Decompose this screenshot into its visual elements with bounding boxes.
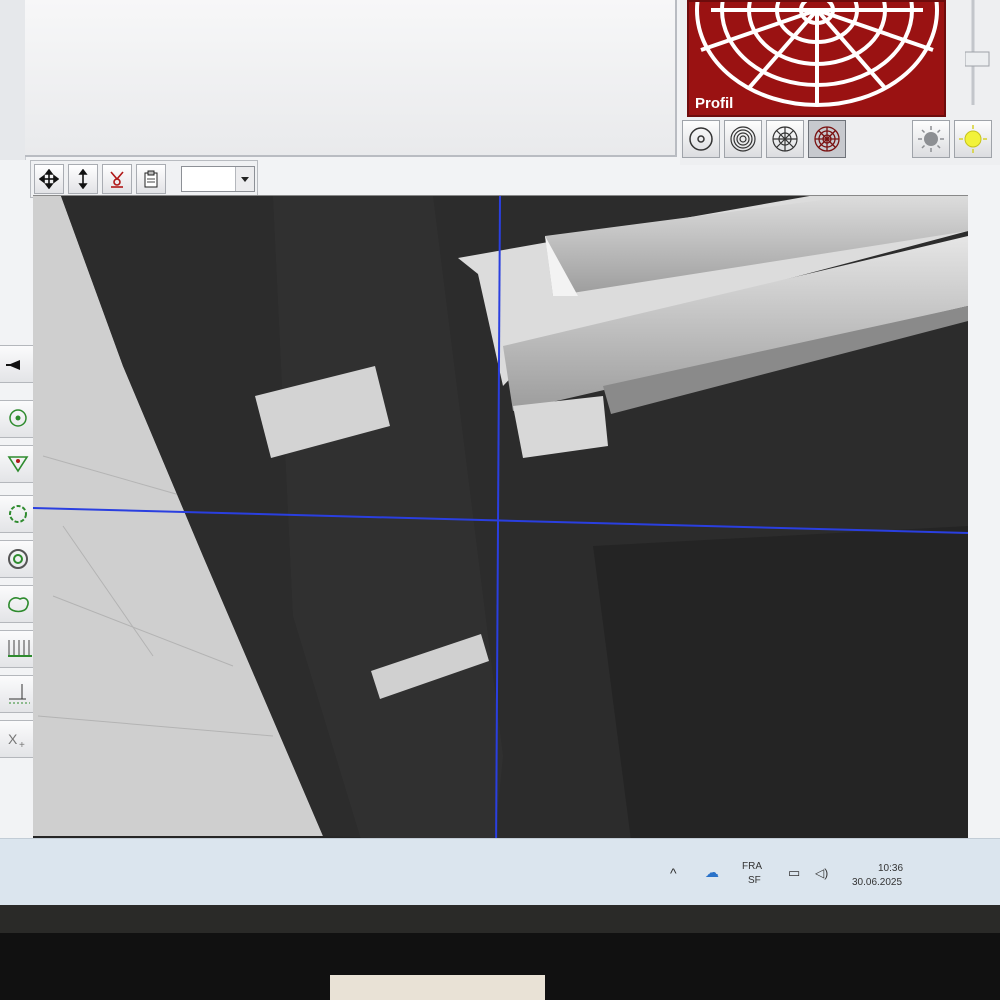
profile-label: Profil (695, 95, 734, 112)
cloud-icon[interactable]: ☁ (705, 865, 719, 879)
language-indicator-top[interactable]: FRA (742, 861, 762, 873)
clock-time[interactable]: 10:36 (878, 863, 903, 875)
speaker-icon[interactable]: ◁) (815, 867, 828, 879)
monitor-bezel-edge (0, 905, 1000, 933)
chevron-up-icon[interactable]: ^ (670, 866, 677, 880)
clock-date[interactable]: 30.06.2025 (852, 877, 902, 889)
left-window-edge (0, 0, 26, 160)
svg-text:+: + (19, 740, 25, 751)
view-toolbar (30, 160, 258, 198)
probe-icon[interactable] (102, 164, 132, 194)
language-indicator-bottom[interactable]: SF (748, 875, 761, 887)
zoom-select[interactable] (181, 166, 255, 192)
light-on-icon[interactable] (954, 120, 992, 158)
full-profile-icon[interactable] (808, 120, 846, 158)
radial-segments-icon[interactable] (766, 120, 804, 158)
light-off-icon[interactable] (912, 120, 950, 158)
monitor-screen: Profil X + ^ ☁ FRA SF ▭ ◁) 10:36 30.06.2… (0, 0, 1000, 905)
move-icon[interactable] (34, 164, 64, 194)
single-ring-icon[interactable] (682, 120, 720, 158)
background-object (330, 975, 545, 1000)
svg-text:X: X (8, 731, 18, 747)
top-info-panel (25, 0, 677, 157)
clipboard-icon[interactable] (136, 164, 166, 194)
concentric-rings-icon[interactable] (724, 120, 762, 158)
vertical-arrow-icon[interactable] (68, 164, 98, 194)
windows-taskbar: ^ ☁ FRA SF ▭ ◁) 10:36 30.06.2025 (0, 838, 1000, 905)
monitor-icon[interactable]: ▭ (788, 866, 800, 879)
intensity-slider[interactable] (964, 0, 990, 110)
camera-view[interactable] (33, 195, 968, 856)
profile-view: Profil (687, 0, 946, 117)
chevron-down-icon[interactable] (235, 167, 254, 191)
